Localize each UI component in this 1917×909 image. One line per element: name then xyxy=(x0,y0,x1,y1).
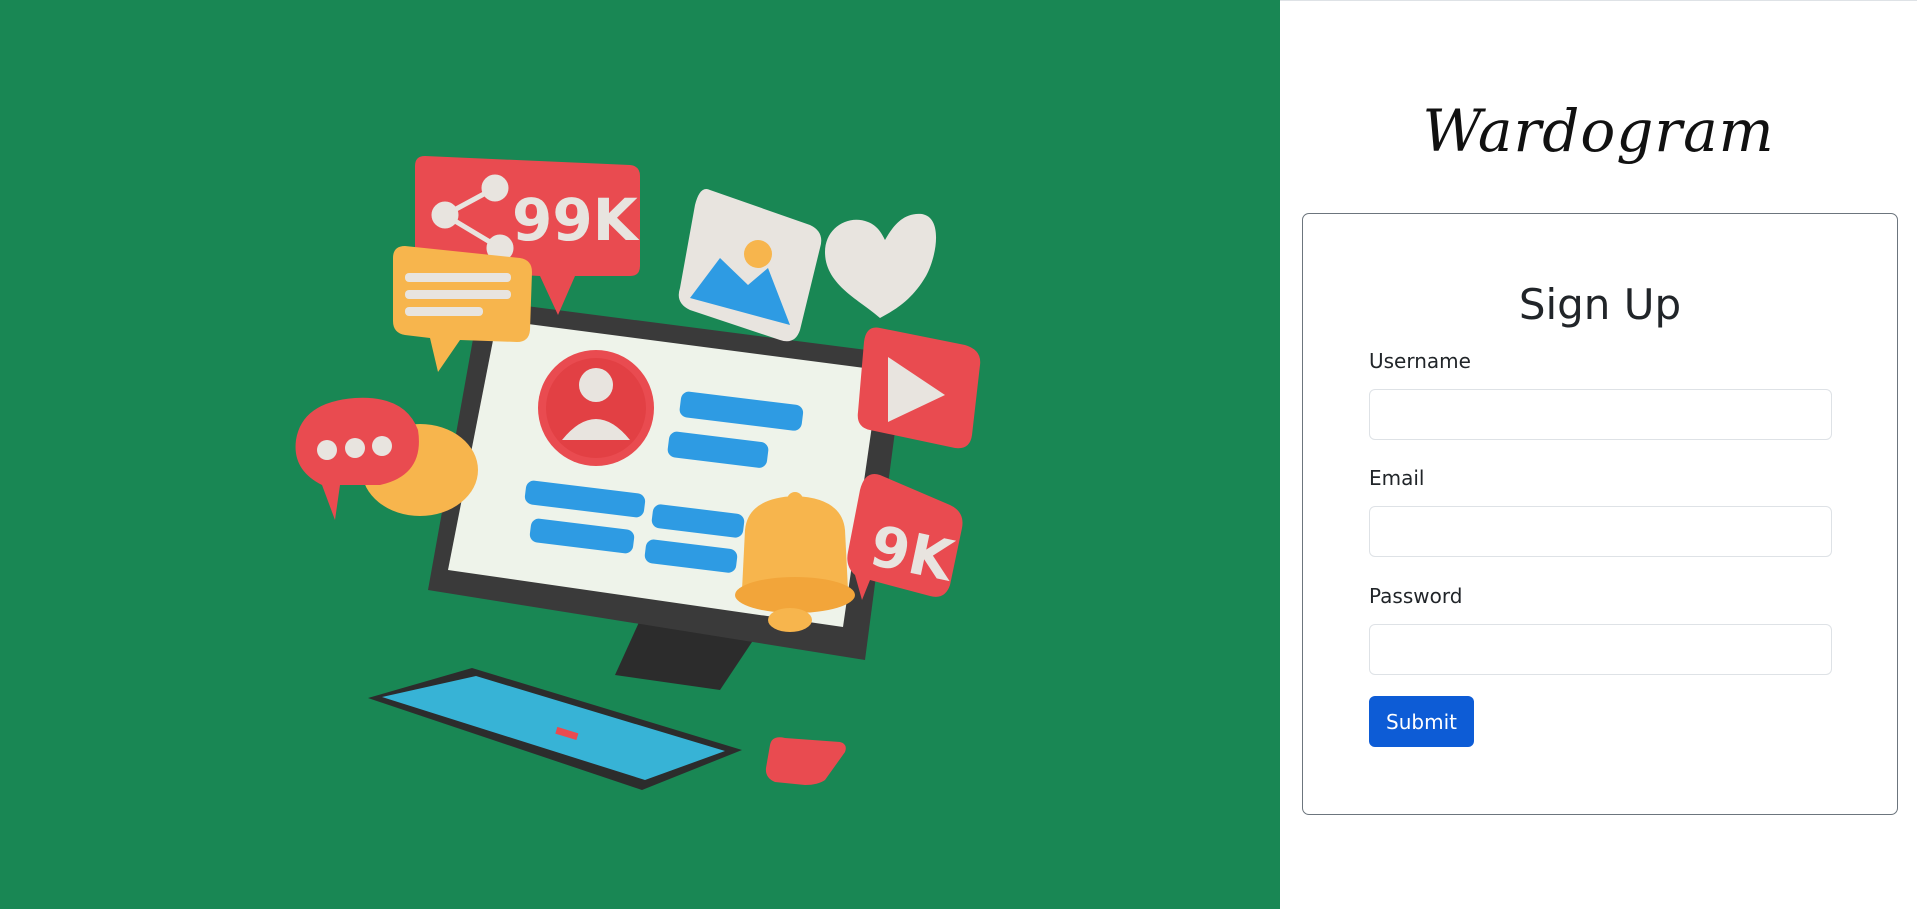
heart-icon xyxy=(825,213,937,318)
email-input[interactable] xyxy=(1369,506,1832,557)
image-card-icon xyxy=(678,189,822,342)
hero-illustration-panel: 99K 9K xyxy=(0,0,1280,909)
password-input[interactable] xyxy=(1369,624,1832,675)
share-count-text: 99K xyxy=(512,186,640,254)
signup-card: Sign Up Username Email Password Submit xyxy=(1302,213,1898,815)
username-label: Username xyxy=(1369,349,1471,373)
video-play-icon xyxy=(857,327,981,449)
chat-bubble-icon xyxy=(295,397,478,520)
brand-logo: Wardogram xyxy=(1422,97,1775,165)
mouse xyxy=(765,737,846,785)
username-input[interactable] xyxy=(1369,389,1832,440)
count-badge: 9K xyxy=(847,474,963,600)
profile-avatar-icon xyxy=(538,350,654,466)
signup-title: Sign Up xyxy=(1518,280,1682,329)
social-media-illustration: 99K 9K xyxy=(295,156,981,790)
keyboard xyxy=(368,668,742,790)
email-label: Email xyxy=(1369,466,1425,490)
signup-panel: Wardogram Sign Up Username Email Passwor… xyxy=(1280,0,1917,909)
password-label: Password xyxy=(1369,584,1463,608)
submit-button[interactable]: Submit xyxy=(1369,696,1474,747)
